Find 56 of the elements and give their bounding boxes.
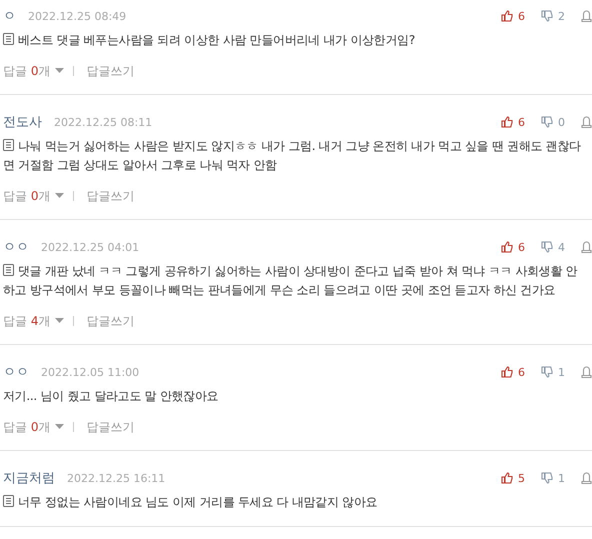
comment-date: 2022.12.25 08:49 bbox=[28, 10, 126, 22]
like-button[interactable]: 5 bbox=[501, 472, 525, 484]
memo-icon bbox=[3, 264, 14, 276]
comment-date: 2022.12.25 04:01 bbox=[41, 240, 140, 254]
dislike-button[interactable]: 0 bbox=[541, 116, 565, 128]
like-button[interactable]: 6 bbox=[501, 240, 525, 254]
thumbs-up-icon bbox=[501, 472, 513, 484]
siren-icon[interactable] bbox=[581, 472, 592, 484]
comment-date: 2022.12.25 08:11 bbox=[54, 116, 152, 128]
write-reply-link[interactable]: 답글쓰기 bbox=[86, 312, 134, 330]
dislike-button[interactable]: 4 bbox=[541, 240, 565, 254]
author-name[interactable]: ㅇㅇ bbox=[3, 363, 29, 381]
write-reply-link[interactable]: 답글쓰기 bbox=[86, 188, 134, 204]
replies-toggle[interactable]: 답글 4개 bbox=[3, 312, 50, 330]
thumbs-up-icon bbox=[501, 366, 513, 378]
caret-icon[interactable] bbox=[55, 424, 64, 430]
thumbs-down-icon bbox=[541, 472, 553, 484]
memo-icon bbox=[3, 139, 14, 151]
siren-icon[interactable] bbox=[581, 116, 592, 128]
comment-date: 2022.12.05 11:00 bbox=[41, 366, 140, 378]
comment-text: 댓글 개판 났네 ㅋㅋ 그렇게 공유하기 싫어하는 사람이 상대방이 준다고 넙죽 받아 쳐 먹냐 ㅋㅋ 사회생활 안 하고 방구석에서 부모 등꼴이나 빼먹는 판녀들에게 무슨 소리 들으려고 이딴 곳에 조언 듣고자 하신 건가요 bbox=[3, 263, 578, 299]
thumbs-down-icon bbox=[541, 366, 553, 378]
like-button[interactable]: 6 bbox=[501, 366, 525, 378]
like-button[interactable]: 6 bbox=[501, 10, 525, 22]
comment-text: 베스트 댓글 베푸는사람을 되려 이상한 사람 만들어버리네 내가 이상한거임? bbox=[3, 31, 592, 50]
caret-icon[interactable] bbox=[55, 193, 64, 199]
thumbs-up-icon bbox=[501, 241, 513, 253]
author-name[interactable]: 전도사 bbox=[3, 113, 42, 131]
author-name[interactable]: ㅇ bbox=[3, 7, 16, 25]
replies-toggle[interactable]: 답글 0개 bbox=[3, 62, 50, 80]
siren-icon[interactable] bbox=[581, 10, 592, 22]
thumbs-down-icon bbox=[541, 116, 553, 128]
replies-toggle[interactable]: 답글 0개 bbox=[3, 188, 50, 204]
write-reply-link[interactable]: 답글쓰기 bbox=[86, 62, 134, 80]
siren-icon[interactable] bbox=[581, 366, 592, 378]
siren-icon[interactable] bbox=[581, 241, 592, 253]
caret-icon[interactable] bbox=[55, 318, 64, 324]
dislike-button[interactable]: 1 bbox=[541, 366, 565, 378]
thumbs-up-icon bbox=[501, 116, 513, 128]
thumbs-up-icon bbox=[501, 10, 513, 22]
like-button[interactable]: 6 bbox=[501, 116, 525, 128]
caret-icon[interactable] bbox=[55, 68, 64, 74]
comment-text: 나눠 먹는거 싫어하는 사람은 받지도 않지ㅎㅎ 내가 그럼. 내거 그냥 온전히 내가 먹고 싶을 땐 권해도 괜찮다면 거절함 그럼 상대도 알아서 그후로 나눠 먹자 안함 bbox=[3, 138, 582, 174]
memo-icon bbox=[3, 495, 14, 507]
dislike-button[interactable]: 1 bbox=[541, 472, 565, 484]
thumbs-down-icon bbox=[541, 10, 553, 22]
author-name[interactable]: 지금처럼 bbox=[3, 469, 55, 487]
author-name[interactable]: ㅇㅇ bbox=[3, 238, 29, 256]
comment-text: 저기... 님이 줬고 달라고도 말 안했잖아요 bbox=[3, 388, 220, 405]
comment-date: 2022.12.25 16:11 bbox=[67, 472, 166, 484]
memo-icon bbox=[3, 33, 14, 45]
replies-toggle[interactable]: 답글 0개 bbox=[3, 418, 50, 436]
comment-text: 너무 정없는 사람이네요 님도 이제 거리를 두세요 다 내맘같지 않아요 bbox=[3, 493, 592, 512]
dislike-button[interactable]: 2 bbox=[541, 10, 565, 22]
write-reply-link[interactable]: 답글쓰기 bbox=[86, 418, 134, 436]
thumbs-down-icon bbox=[541, 241, 553, 253]
